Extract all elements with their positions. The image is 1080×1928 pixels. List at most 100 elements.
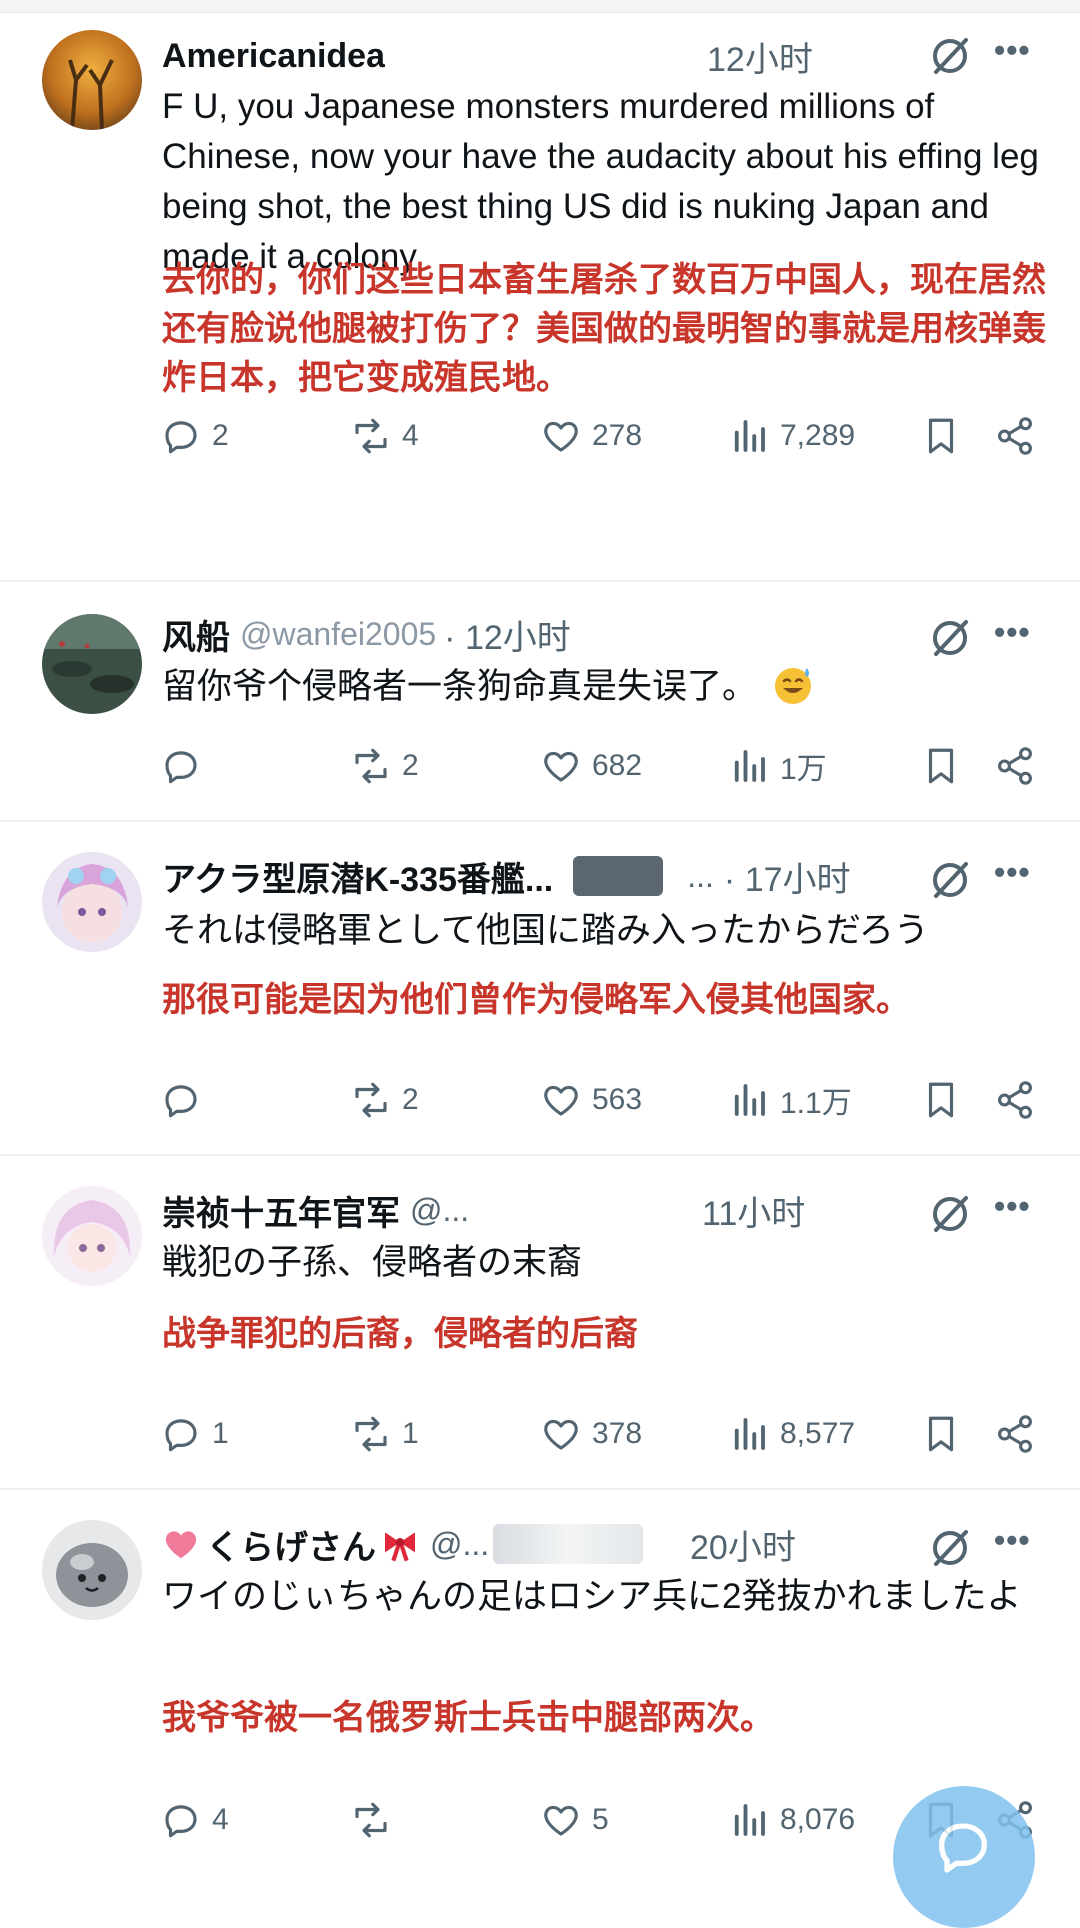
repost-button[interactable]: 1 xyxy=(350,1404,419,1464)
display-name[interactable]: 崇祯十五年官军 xyxy=(162,1186,400,1235)
views-button[interactable]: 8,577 xyxy=(728,1404,855,1464)
display-name[interactable]: 风船 xyxy=(162,610,230,659)
heart-icon xyxy=(544,421,578,452)
grok-icon[interactable] xyxy=(928,858,972,902)
reply-button[interactable] xyxy=(160,1070,212,1130)
reply-button[interactable]: 2 xyxy=(160,406,229,466)
avatar[interactable] xyxy=(42,852,142,952)
share-button[interactable] xyxy=(994,1404,1036,1464)
tweet-text: F U, you Japanese monsters murdered mill… xyxy=(162,87,1039,276)
reply-button[interactable] xyxy=(160,736,212,796)
more-icon[interactable]: ••• xyxy=(994,1522,1031,1559)
views-icon xyxy=(734,1084,765,1116)
bookmark-icon xyxy=(928,1416,954,1452)
repost-button[interactable] xyxy=(350,1790,402,1850)
view-count: 8,577 xyxy=(780,1417,856,1450)
share-icon xyxy=(998,417,1032,455)
repost-count: 2 xyxy=(402,749,419,782)
bookmark-button[interactable] xyxy=(920,736,962,796)
tweet[interactable]: アクラ型原潜K-335番艦... ... · 17小时 ••• それは侵略軍とし… xyxy=(0,822,1080,1156)
handle[interactable]: @... xyxy=(430,1526,489,1563)
like-button[interactable]: 682 xyxy=(540,736,642,796)
bookmark-button[interactable] xyxy=(920,1070,962,1130)
reply-count: 1 xyxy=(212,1417,229,1450)
timestamp[interactable]: 20小时 xyxy=(690,1520,796,1569)
repost-icon xyxy=(355,1082,387,1118)
avatar[interactable] xyxy=(42,614,142,714)
reply-button[interactable]: 4 xyxy=(160,1790,229,1850)
views-icon xyxy=(734,1418,765,1450)
like-count: 378 xyxy=(592,1417,643,1450)
timestamp[interactable]: · 12小时 xyxy=(444,610,571,659)
repost-button[interactable]: 2 xyxy=(350,1070,419,1130)
action-bar: 2 563 1.1万 xyxy=(160,1070,1040,1130)
share-button[interactable] xyxy=(994,1070,1036,1130)
redacted-handle xyxy=(573,856,664,896)
display-name[interactable]: Americanidea xyxy=(162,37,385,76)
views-button[interactable]: 8,076 xyxy=(728,1790,855,1850)
share-button[interactable] xyxy=(994,736,1036,796)
repost-count: 4 xyxy=(402,419,419,452)
translation-text: 我爷爷被一名俄罗斯士兵击中腿部两次。 xyxy=(162,1699,774,1737)
like-count: 682 xyxy=(592,749,643,782)
tweet-header: 崇祯十五年官军 @... 11小时 xyxy=(162,1186,922,1234)
grok-icon[interactable] xyxy=(928,1526,972,1570)
like-button[interactable]: 278 xyxy=(540,406,642,466)
tweet-text: ワイのじぃちゃんの足はロシア兵に2発抜かれましたよ xyxy=(162,1577,1022,1616)
tweet[interactable]: Americanidea 12小时 ••• F U, you Japanese … xyxy=(0,14,1080,582)
grok-icon[interactable] xyxy=(928,616,972,660)
avatar[interactable] xyxy=(42,1186,142,1286)
handle[interactable]: @wanfei2005 xyxy=(240,616,436,653)
repost-button[interactable]: 2 xyxy=(350,736,419,796)
timestamp[interactable]: · 17小时 xyxy=(724,852,851,901)
bookmark-button[interactable] xyxy=(920,406,962,466)
tweet-text-row: 留你爷个侵略者一条狗命真是失误了。 xyxy=(162,662,1042,712)
share-icon xyxy=(998,1081,1032,1119)
grok-icon[interactable] xyxy=(928,34,972,78)
like-button[interactable]: 378 xyxy=(540,1404,642,1464)
reply-icon xyxy=(165,751,197,784)
display-name[interactable]: アクラ型原潜K-335番艦... xyxy=(162,852,553,901)
repost-icon xyxy=(355,1802,387,1838)
reply-icon xyxy=(165,1085,197,1118)
more-icon[interactable]: ••• xyxy=(994,614,1031,651)
share-button[interactable] xyxy=(994,406,1036,466)
views-icon xyxy=(734,420,765,452)
more-icon[interactable]: ••• xyxy=(994,32,1031,69)
handle[interactable]: ... xyxy=(687,858,714,895)
timestamp[interactable]: 12小时 xyxy=(707,32,813,81)
tweet-text: 留你爷个侵略者一条狗命真是失误了。 xyxy=(162,667,758,706)
view-count: 1万 xyxy=(780,753,827,786)
views-button[interactable]: 1万 xyxy=(728,736,827,796)
grok-icon[interactable] xyxy=(928,1192,972,1236)
avatar[interactable] xyxy=(42,30,142,130)
reply-count: 4 xyxy=(212,1803,229,1836)
repost-button[interactable]: 4 xyxy=(350,406,419,466)
reply-icon xyxy=(165,1419,197,1452)
tweet-header: アクラ型原潜K-335番艦... ... · 17小时 xyxy=(162,852,922,900)
tweet[interactable]: 崇祯十五年官军 @... 11小时 ••• 戦犯の子孫、侵略者の末裔 战争罪犯的… xyxy=(0,1156,1080,1490)
like-button[interactable]: 5 xyxy=(540,1790,609,1850)
timestamp[interactable]: 11小时 xyxy=(702,1186,805,1235)
reply-icon xyxy=(165,1805,197,1838)
repost-count: 1 xyxy=(402,1417,419,1450)
repost-icon xyxy=(355,1416,387,1452)
handle[interactable]: @... xyxy=(410,1192,469,1229)
compose-fab[interactable] xyxy=(893,1786,1035,1928)
tweet[interactable]: 风船 @wanfei2005 · 12小时 ••• 留你爷个侵略者一条狗命真是失… xyxy=(0,582,1080,822)
heart-icon xyxy=(544,1085,578,1116)
view-count: 7,289 xyxy=(780,419,856,452)
more-icon[interactable]: ••• xyxy=(994,854,1031,891)
share-icon xyxy=(998,747,1032,785)
bookmark-button[interactable] xyxy=(920,1404,962,1464)
repost-icon xyxy=(355,418,387,454)
like-button[interactable]: 563 xyxy=(540,1070,642,1130)
action-bar: 1 1 378 8,577 xyxy=(160,1404,1040,1464)
avatar[interactable] xyxy=(42,1520,142,1620)
tweet-text: 戦犯の子孫、侵略者の末裔 xyxy=(162,1243,583,1282)
display-name[interactable]: くらげさん xyxy=(206,1520,376,1569)
views-button[interactable]: 7,289 xyxy=(728,406,855,466)
reply-button[interactable]: 1 xyxy=(160,1404,229,1464)
views-button[interactable]: 1.1万 xyxy=(728,1070,852,1130)
more-icon[interactable]: ••• xyxy=(994,1188,1031,1225)
